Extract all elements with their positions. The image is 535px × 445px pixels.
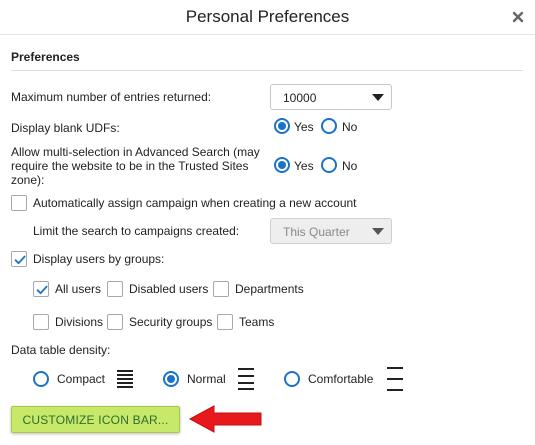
max-entries-value: 10000 bbox=[283, 91, 317, 105]
close-icon[interactable] bbox=[510, 9, 526, 25]
density-comfortable-radio[interactable] bbox=[284, 371, 300, 387]
blank-udfs-yes-label: Yes bbox=[294, 120, 314, 134]
auto-campaign-label: Automatically assign campaign when creat… bbox=[33, 196, 357, 210]
section-title-preferences: Preferences bbox=[11, 50, 80, 64]
users-by-groups-checkbox[interactable] bbox=[11, 251, 27, 267]
max-entries-select[interactable]: 10000 bbox=[270, 84, 392, 110]
chevron-down-icon bbox=[372, 228, 384, 235]
divisions-label: Divisions bbox=[55, 315, 104, 329]
multi-selection-no-radio[interactable] bbox=[321, 157, 337, 173]
auto-campaign-checkbox[interactable] bbox=[11, 195, 27, 211]
customize-icon-bar-button[interactable]: CUSTOMIZE ICON BAR... bbox=[11, 406, 180, 433]
density-normal-label: Normal bbox=[187, 372, 226, 386]
density-compact-icon bbox=[117, 370, 133, 388]
chevron-down-icon bbox=[372, 94, 384, 101]
multi-selection-yes-radio[interactable] bbox=[274, 157, 290, 173]
security-groups-label: Security groups bbox=[129, 315, 213, 329]
multi-selection-label-line2: require the website to be in the Trusted… bbox=[11, 159, 249, 173]
density-compact-label: Compact bbox=[57, 372, 106, 386]
multi-selection-no-label: No bbox=[342, 159, 358, 173]
blank-udfs-no-label: No bbox=[342, 120, 358, 134]
blank-udfs-yes-radio[interactable] bbox=[274, 118, 290, 134]
density-label: Data table density: bbox=[11, 343, 111, 357]
divisions-checkbox[interactable] bbox=[33, 314, 49, 330]
limit-search-value: This Quarter bbox=[283, 225, 350, 239]
customize-icon-bar-label: CUSTOMIZE ICON BAR... bbox=[22, 413, 169, 427]
density-normal-radio[interactable] bbox=[163, 371, 179, 387]
limit-search-select[interactable]: This Quarter bbox=[270, 218, 392, 244]
density-comfortable-label: Comfortable bbox=[308, 372, 374, 386]
disabled-users-checkbox[interactable] bbox=[107, 281, 123, 297]
multi-selection-yes-label: Yes bbox=[294, 159, 314, 173]
blank-udfs-label: Display blank UDFs: bbox=[11, 121, 120, 135]
density-normal-icon bbox=[238, 368, 254, 390]
departments-checkbox[interactable] bbox=[213, 281, 229, 297]
security-groups-checkbox[interactable] bbox=[107, 314, 123, 330]
dialog-title: Personal Preferences bbox=[185, 7, 350, 26]
dialog-titlebar: Personal Preferences bbox=[0, 0, 535, 35]
section-divider bbox=[11, 70, 523, 71]
red-arrow-icon bbox=[188, 405, 262, 433]
users-by-groups-label: Display users by groups: bbox=[33, 252, 165, 266]
density-comfortable-icon bbox=[387, 367, 403, 391]
limit-search-label: Limit the search to campaigns created: bbox=[33, 224, 240, 238]
all-users-label: All users bbox=[55, 282, 102, 296]
blank-udfs-no-radio[interactable] bbox=[321, 118, 337, 134]
teams-label: Teams bbox=[239, 315, 275, 329]
departments-label: Departments bbox=[235, 282, 304, 296]
multi-selection-label-line3: zone): bbox=[11, 173, 45, 187]
max-entries-label: Maximum number of entries returned: bbox=[11, 90, 212, 104]
density-compact-radio[interactable] bbox=[33, 371, 49, 387]
disabled-users-label: Disabled users bbox=[129, 282, 209, 296]
multi-selection-label-line1: Allow multi-selection in Advanced Search… bbox=[11, 145, 260, 159]
teams-checkbox[interactable] bbox=[217, 314, 233, 330]
all-users-checkbox[interactable] bbox=[33, 281, 49, 297]
